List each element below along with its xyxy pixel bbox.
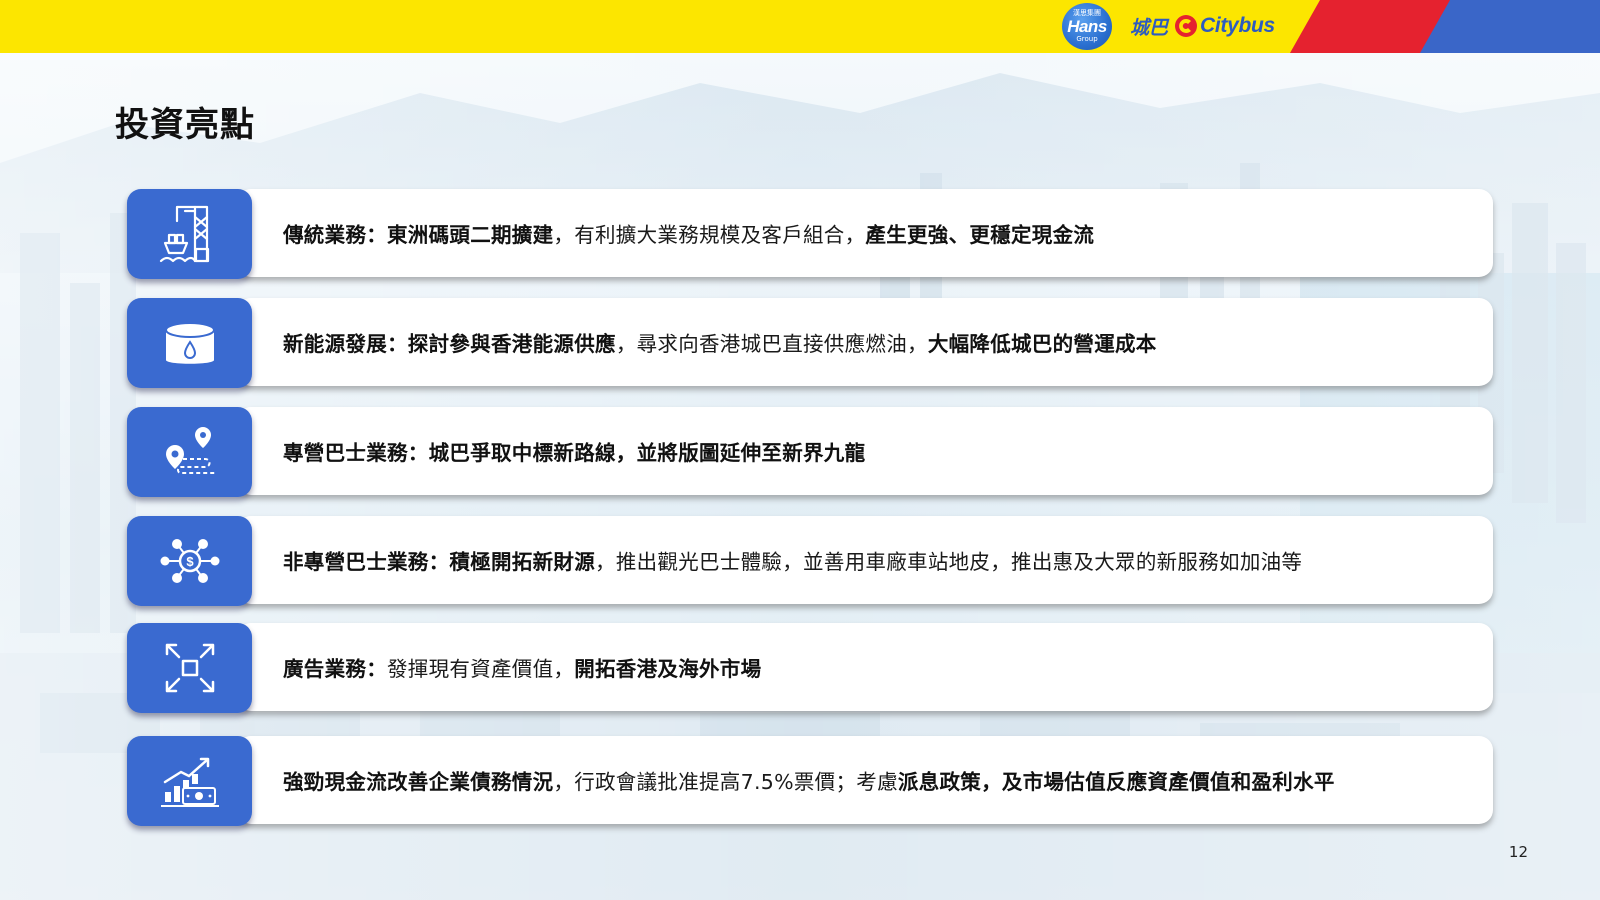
- hans-group-logo: 漢思集團 Hans Group: [1062, 3, 1112, 50]
- highlight-card: 傳統業務：東洲碼頭二期擴建 ，有利擴大業務規模及客戶組合， 產生更強、更穩定現金流: [237, 189, 1493, 277]
- highlight-icon-box: [127, 736, 252, 826]
- highlight-text: 新能源發展：探討參與香港能源供應 ，尋求向香港城巴直接供應燃油， 大幅降低城巴的營運…: [283, 298, 1483, 386]
- highlight-text: 強勁現金流改善企業債務情況 ，行政會議批准提高7.5%票價；考慮 派息政策，及市場估…: [283, 736, 1483, 824]
- highlight-text-bold: 專營巴士業務：城巴爭取中標新路線，並將版圖延伸至新界九龍: [283, 441, 866, 465]
- hans-logo-word: Hans: [1067, 17, 1107, 36]
- highlight-row-cash-flow: 強勁現金流改善企業債務情況 ，行政會議批准提高7.5%票價；考慮 派息政策，及市場估…: [127, 736, 1493, 826]
- highlight-text-normal: ，推出觀光巴士體驗，並善用車廠車站地皮，推出惠及大眾的新服務如加油等: [595, 550, 1303, 574]
- fuel-tank-drop-icon: [164, 322, 215, 364]
- highlight-card: 專營巴士業務：城巴爭取中標新路線，並將版圖延伸至新界九龍: [237, 407, 1493, 495]
- page-number: 12: [1508, 843, 1528, 861]
- page-title: 投資亮點: [115, 105, 255, 145]
- highlight-text-bold: 非專營巴士業務：: [283, 550, 450, 574]
- highlight-text-bold: 積極開拓新財源: [449, 550, 596, 574]
- growth-chart-cash-icon: [160, 757, 219, 807]
- highlight-text: 傳統業務：東洲碼頭二期擴建 ，有利擴大業務規模及客戶組合， 產生更強、更穩定現金流: [283, 189, 1483, 277]
- highlight-text-normal: ，尋求向香港城巴直接供應燃油，: [615, 332, 928, 356]
- highlight-text-bold: 大幅降低城巴的營運成本: [927, 332, 1157, 356]
- highlight-text-bold: 新能源發展：探討參與香港能源供應: [283, 332, 616, 356]
- highlight-row-franchised-bus: 專營巴士業務：城巴爭取中標新路線，並將版圖延伸至新界九龍: [127, 407, 1493, 497]
- highlight-text-normal: ，有利擴大業務規模及客戶組合，: [553, 223, 866, 247]
- money-network-icon: $: [160, 539, 219, 583]
- highlight-text: 專營巴士業務：城巴爭取中標新路線，並將版圖延伸至新界九龍: [283, 407, 1483, 495]
- top-header-bar: 漢思集團 Hans Group 城巴 Citybus: [0, 0, 1600, 53]
- highlight-row-traditional-business: 傳統業務：東洲碼頭二期擴建 ，有利擴大業務規模及客戶組合， 產生更強、更穩定現金流: [127, 189, 1493, 279]
- header-blue-stripe: [1420, 0, 1600, 53]
- highlight-text-bold: 傳統業務：東洲碼頭二期擴建: [283, 223, 554, 247]
- route-map-pin-icon: [165, 427, 215, 474]
- highlight-text: 廣告業務： 發揮現有資產價值， 開拓香港及海外市場: [283, 623, 1483, 711]
- port-crane-ship-icon: [159, 205, 209, 263]
- highlight-icon-box: $: [127, 516, 252, 606]
- highlight-card: 非專營巴士業務： 積極開拓新財源 ，推出觀光巴士體驗，並善用車廠車站地皮，推出惠及大…: [237, 516, 1493, 604]
- highlight-text: 非專營巴士業務： 積極開拓新財源 ，推出觀光巴士體驗，並善用車廠車站地皮，推出惠及大…: [283, 516, 1483, 604]
- highlight-text-bold: 強勁現金流改善企業債務情況: [283, 770, 554, 794]
- citybus-logo: 城巴 Citybus: [1130, 12, 1275, 40]
- highlight-icon-box: [127, 623, 252, 713]
- highlight-icon-box: [127, 298, 252, 388]
- highlight-text-bold: 派息政策，及市場估值反應資產價值和盈利水平: [897, 770, 1335, 794]
- highlight-row-new-energy: 新能源發展：探討參與香港能源供應 ，尋求向香港城巴直接供應燃油， 大幅降低城巴的營運…: [127, 298, 1493, 388]
- highlight-text-bold: 開拓香港及海外市場: [574, 657, 762, 681]
- highlight-row-non-franchised-bus: 非專營巴士業務： 積極開拓新財源 ，推出觀光巴士體驗，並善用車廠車站地皮，推出惠及大…: [127, 516, 1493, 606]
- highlight-card: 廣告業務： 發揮現有資產價值， 開拓香港及海外市場: [237, 623, 1493, 711]
- highlight-text-normal: 發揮現有資產價值，: [387, 657, 575, 681]
- citybus-c-mark-icon: [1175, 15, 1198, 37]
- highlight-text-bold: 廣告業務：: [283, 657, 387, 681]
- highlight-icon-box: [127, 189, 252, 279]
- highlight-icon-box: [127, 407, 252, 497]
- citybus-logo-english: Citybus: [1200, 14, 1275, 37]
- citybus-logo-chinese: 城巴: [1130, 16, 1169, 39]
- highlight-text-bold: 產生更強、更穩定現金流: [865, 223, 1095, 247]
- svg-text:$: $: [186, 554, 194, 569]
- highlight-row-advertising: 廣告業務： 發揮現有資產價值， 開拓香港及海外市場: [127, 623, 1493, 713]
- highlight-text-normal: ，行政會議批准提高7.5%票價；考慮: [553, 770, 898, 794]
- highlight-card: 新能源發展：探討參與香港能源供應 ，尋求向香港城巴直接供應燃油， 大幅降低城巴的營運…: [237, 298, 1493, 386]
- highlight-card: 強勁現金流改善企業債務情況 ，行政會議批准提高7.5%票價；考慮 派息政策，及市場估…: [237, 736, 1493, 824]
- expand-arrows-icon: [165, 643, 214, 693]
- hans-logo-group-text: Group: [1076, 35, 1098, 43]
